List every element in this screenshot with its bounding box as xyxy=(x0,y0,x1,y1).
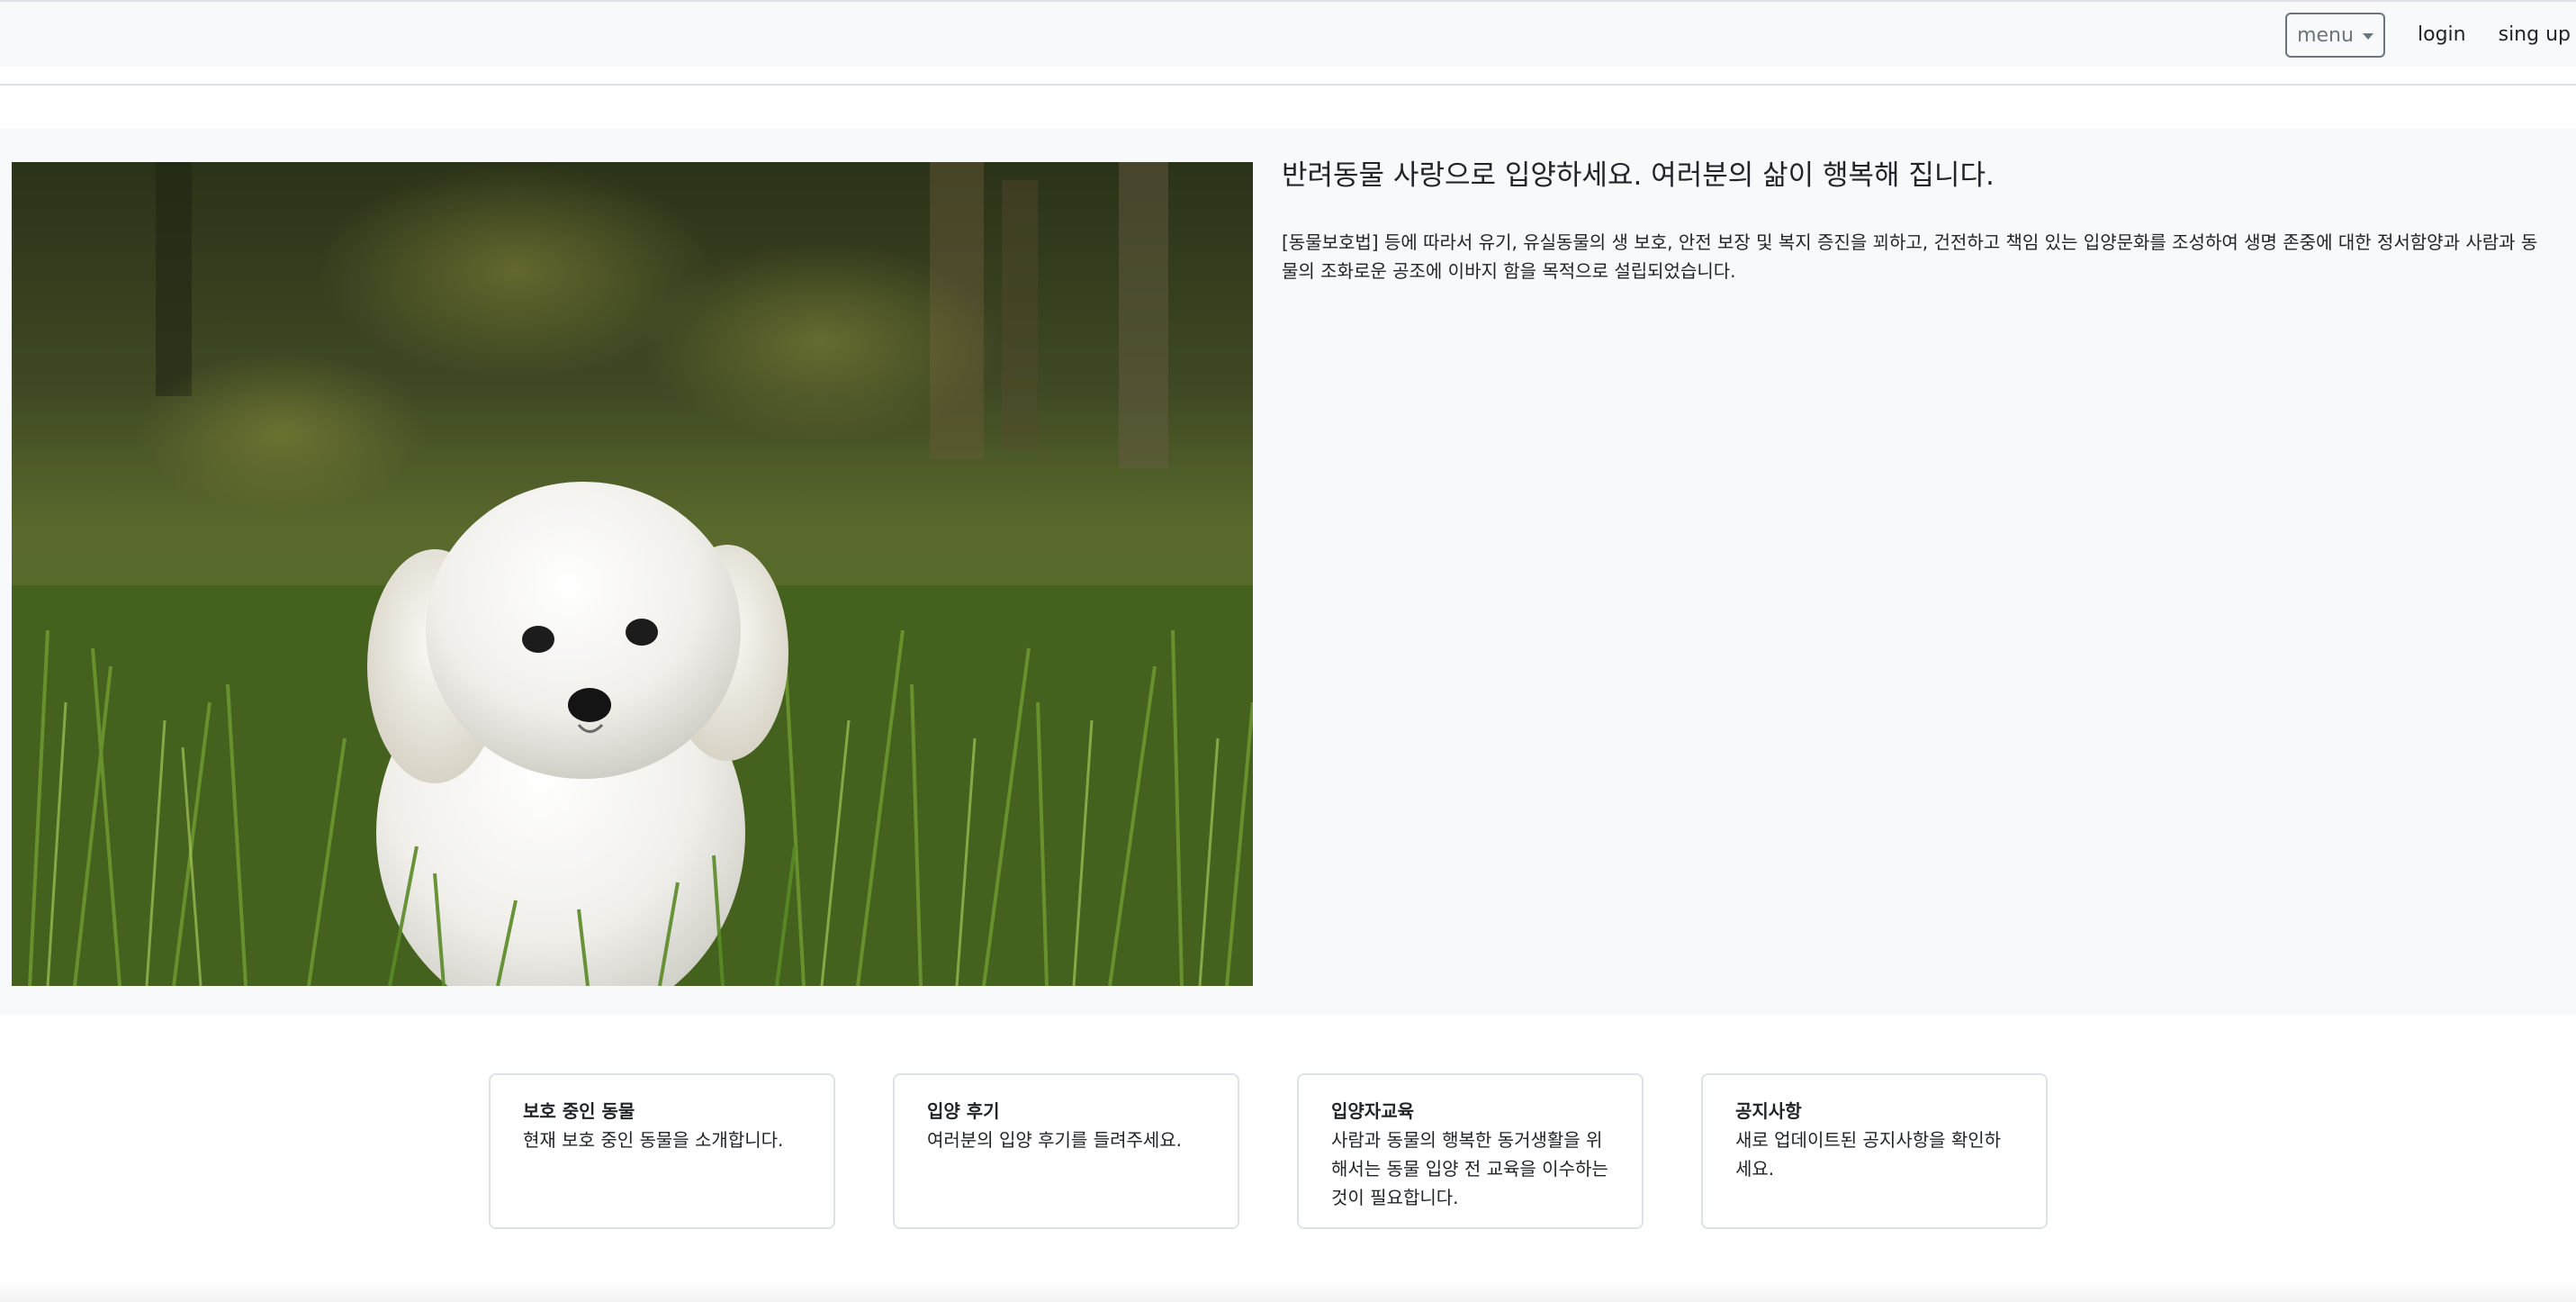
feature-cards: 보호 중인 동물 현재 보호 중인 동물을 소개합니다. 입양 후기 여러분의 … xyxy=(489,1073,2048,1229)
menu-label: menu xyxy=(2297,23,2354,47)
footer-shadow xyxy=(0,1280,2576,1302)
card-title: 공지사항 xyxy=(1735,1100,1802,1122)
signup-link[interactable]: sing up xyxy=(2482,13,2576,58)
card-title: 입양자교육 xyxy=(1331,1100,1414,1122)
card-text: 여러분의 입양 후기를 들려주세요. xyxy=(927,1129,1183,1151)
hero-title: 반려동물 사랑으로 입양하세요. 여러분의 삶이 행복해 집니다. xyxy=(1282,159,1995,192)
hero-section: 반려동물 사랑으로 입양하세요. 여러분의 삶이 행복해 집니다. [동물보호법… xyxy=(0,129,2576,1015)
login-link[interactable]: login xyxy=(2401,13,2482,58)
header-divider xyxy=(0,84,2576,86)
card-text: 새로 업데이트된 공지사항을 확인하세요. xyxy=(1735,1129,2002,1180)
hero-text-block: 반려동물 사랑으로 입양하세요. 여러분의 삶이 행복해 집니다. [동물보호법… xyxy=(1282,158,2551,285)
card-title: 보호 중인 동물 xyxy=(523,1100,635,1122)
card-protected-animals[interactable]: 보호 중인 동물 현재 보호 중인 동물을 소개합니다. xyxy=(489,1073,835,1229)
navbar-right-group: menu login sing up xyxy=(2285,13,2576,58)
hero-dog-image xyxy=(12,162,1253,986)
navbar: menu login sing up xyxy=(0,0,2576,67)
card-text: 사람과 동물의 행복한 동거생활을 위해서는 동물 입양 전 교육을 이수하는 … xyxy=(1331,1129,1608,1208)
card-notices[interactable]: 공지사항 새로 업데이트된 공지사항을 확인하세요. xyxy=(1701,1073,2048,1229)
card-adopter-education[interactable]: 입양자교육 사람과 동물의 행복한 동거생활을 위해서는 동물 입양 전 교육을… xyxy=(1297,1073,1644,1229)
card-text: 현재 보호 중인 동물을 소개합니다. xyxy=(523,1129,784,1151)
menu-dropdown-button[interactable]: menu xyxy=(2285,13,2386,58)
caret-down-icon xyxy=(2362,32,2373,40)
card-adoption-reviews[interactable]: 입양 후기 여러분의 입양 후기를 들려주세요. xyxy=(893,1073,1239,1229)
card-title: 입양 후기 xyxy=(927,1100,1000,1122)
hero-description: [동물보호법] 등에 따라서 유기, 유실동물의 생 보호, 안전 보장 및 복… xyxy=(1282,231,2538,283)
